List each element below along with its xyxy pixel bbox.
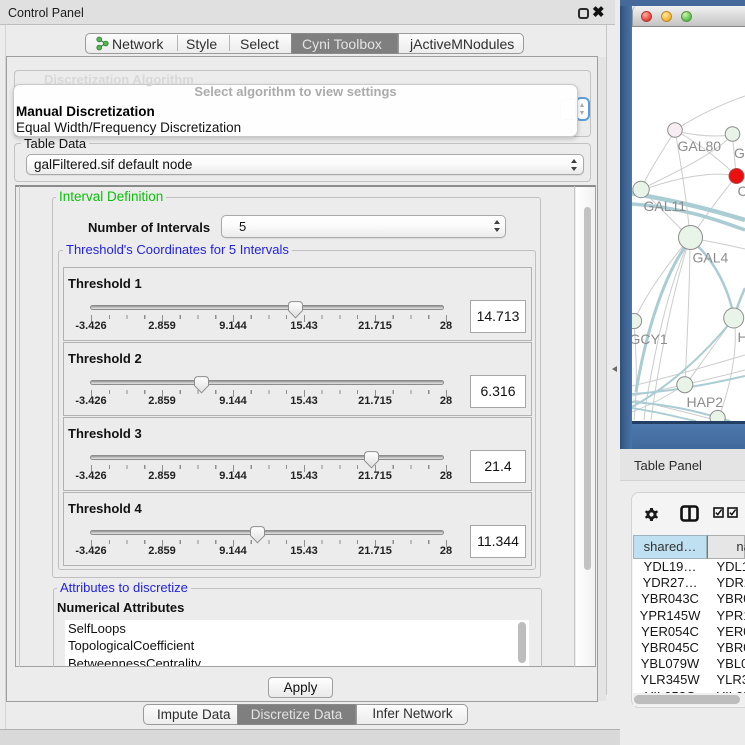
svg-text:GAL4: GAL4 xyxy=(693,250,729,266)
svg-text:HI: HI xyxy=(738,329,745,345)
svg-text:GAL80: GAL80 xyxy=(678,138,722,154)
svg-text:GA: GA xyxy=(734,145,745,161)
svg-text:HAP2: HAP2 xyxy=(687,394,724,410)
svg-text:C: C xyxy=(738,183,745,199)
svg-text:GCY1: GCY1 xyxy=(632,331,668,347)
svg-text:GAL11: GAL11 xyxy=(644,198,687,214)
